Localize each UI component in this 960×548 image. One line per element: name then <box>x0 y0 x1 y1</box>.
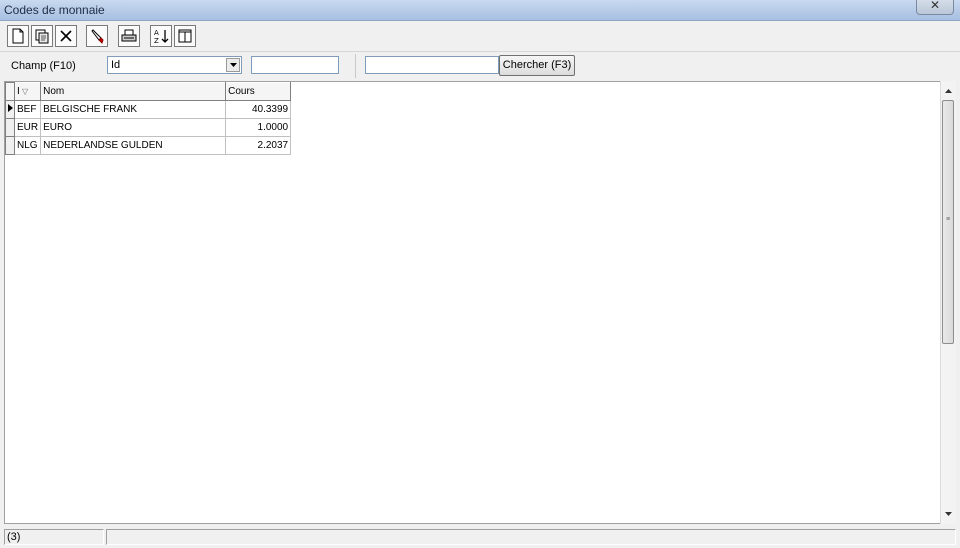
filter-bar: Champ (F10) Id Chercher (F3) <box>0 52 960 80</box>
cell-id[interactable]: NLG <box>13 136 42 155</box>
sort-indicator-icon: ▽ <box>19 87 29 96</box>
row-header <box>5 136 15 155</box>
cell-rate[interactable]: 2.2037 <box>225 136 292 155</box>
svg-text:A: A <box>154 29 159 37</box>
scroll-thumb[interactable]: ≡ <box>942 100 954 344</box>
window-title: Codes de monnaie <box>4 3 105 17</box>
edit-icon <box>91 29 104 44</box>
cell-name[interactable]: BELGISCHE FRANK <box>40 100 227 119</box>
status-bar: (3) <box>0 527 960 548</box>
cell-rate[interactable]: 1.0000 <box>225 118 292 137</box>
copy-icon <box>35 29 49 44</box>
cell-id[interactable]: EUR <box>13 118 42 137</box>
currency-table: I ▽ Nom Cours BEF BELGISCHE FRANK 40.339… <box>5 82 292 155</box>
close-button[interactable]: ✕ <box>916 0 954 15</box>
scroll-up-icon[interactable] <box>941 83 956 99</box>
field-select[interactable]: Id <box>107 56 242 74</box>
record-count: (3) <box>4 529 104 545</box>
sort-button[interactable]: AZ <box>150 25 172 47</box>
table-row[interactable]: NLG NEDERLANDSE GULDEN 2.2037 <box>5 136 292 155</box>
table-row[interactable]: EUR EURO 1.0000 <box>5 118 292 137</box>
status-panel <box>106 529 956 545</box>
new-button[interactable] <box>7 25 29 47</box>
data-grid: I ▽ Nom Cours BEF BELGISCHE FRANK 40.339… <box>4 81 940 524</box>
field-label: Champ (F10) <box>11 60 76 72</box>
field-select-value: Id <box>111 59 121 71</box>
sort-icon: AZ <box>154 29 169 44</box>
columns-button[interactable] <box>174 25 196 47</box>
row-header-corner <box>5 82 15 101</box>
cell-rate[interactable]: 40.3399 <box>225 100 292 119</box>
column-header-rate[interactable]: Cours <box>225 82 292 101</box>
print-icon <box>121 29 137 42</box>
toolbar-separator <box>355 54 356 78</box>
title-bar: Codes de monnaie ✕ <box>0 0 960 21</box>
delete-button[interactable] <box>55 25 77 47</box>
copy-button[interactable] <box>31 25 53 47</box>
grip-icon: ≡ <box>946 216 951 223</box>
cell-id[interactable]: BEF <box>13 100 42 119</box>
vertical-scrollbar[interactable]: ≡ <box>940 81 956 524</box>
cell-name[interactable]: EURO <box>40 118 227 137</box>
scroll-down-icon[interactable] <box>941 506 956 522</box>
search-input[interactable] <box>365 56 499 74</box>
cell-name[interactable]: NEDERLANDSE GULDEN <box>40 136 227 155</box>
svg-text:Z: Z <box>154 37 159 44</box>
toolbar: AZ <box>0 21 960 52</box>
table-row[interactable]: BEF BELGISCHE FRANK 40.3399 <box>5 100 292 119</box>
filter-value-input[interactable] <box>251 56 339 74</box>
current-row-indicator-icon <box>5 100 15 119</box>
dropdown-arrow-icon[interactable] <box>226 58 240 72</box>
delete-icon <box>60 30 72 42</box>
edit-button[interactable] <box>86 25 108 47</box>
columns-icon <box>178 29 192 43</box>
print-button[interactable] <box>118 25 140 47</box>
column-header-name[interactable]: Nom <box>40 82 227 101</box>
row-header <box>5 118 15 137</box>
search-button[interactable]: Chercher (F3) <box>499 55 575 76</box>
new-icon <box>12 28 24 44</box>
column-header-id[interactable]: I ▽ <box>13 82 42 101</box>
